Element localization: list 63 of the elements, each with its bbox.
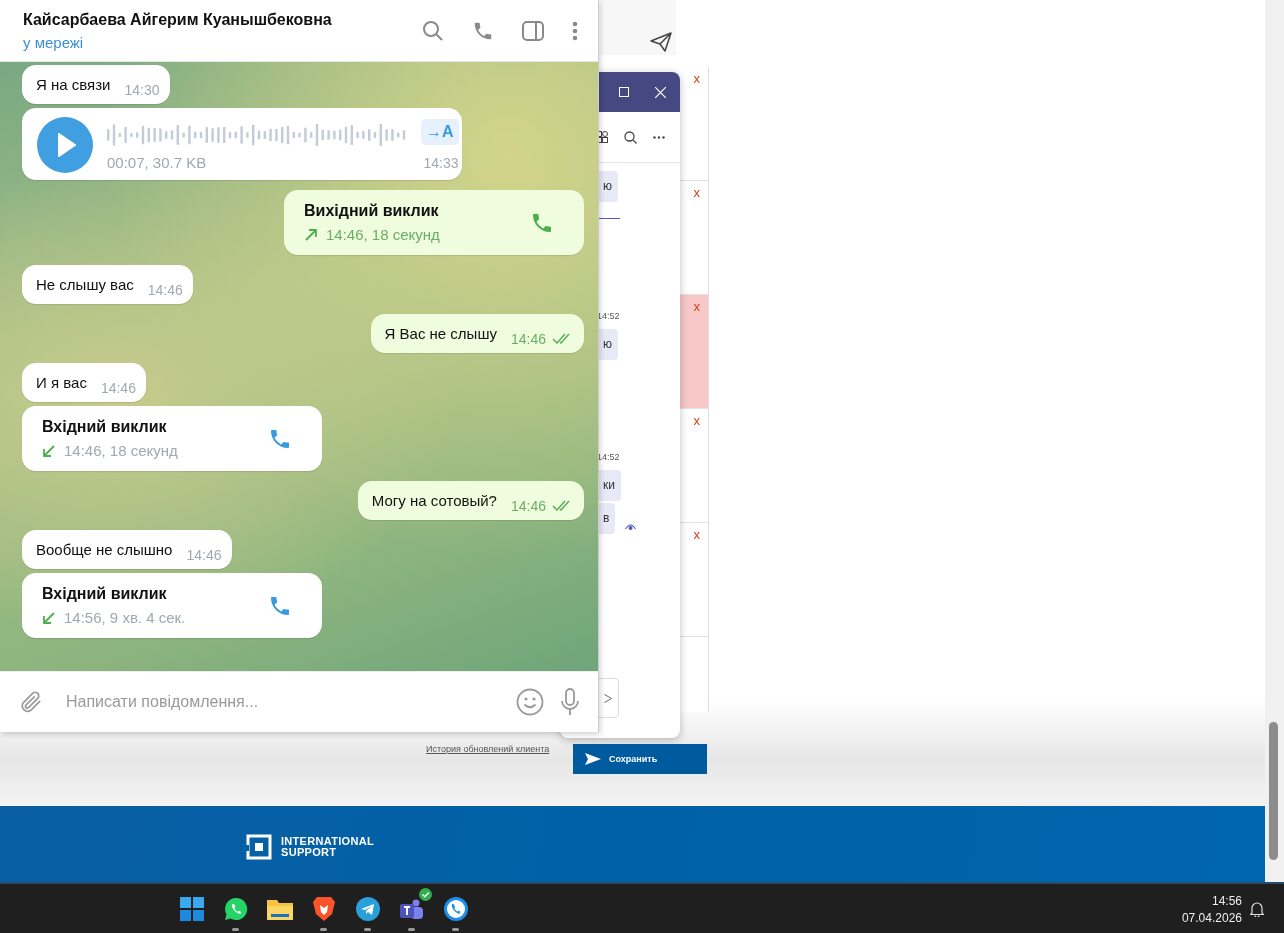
folder-icon[interactable] [267, 897, 293, 920]
message-text: И я вас [35, 373, 87, 393]
chat-bubble-icon[interactable] [223, 895, 249, 922]
message-time: 14:33 [423, 155, 459, 171]
attach-icon[interactable] [18, 689, 44, 715]
delete-mark[interactable]: x [693, 71, 700, 86]
message-time: 14:46 [185, 547, 223, 565]
windows-start-icon[interactable] [180, 896, 204, 921]
message-text: Я на связи [35, 75, 111, 95]
message-text: Могу на сотовый? [370, 491, 497, 511]
call-details: 14:56, 9 хв. 4 сек. [64, 609, 186, 626]
message-bubble: ю [597, 171, 618, 202]
paper-plane-icon[interactable] [356, 896, 380, 921]
call-title: Вихідний виклик [304, 202, 440, 220]
clock[interactable]: 14:56 07.04.2026 [1181, 894, 1242, 925]
contact-name: Кайсарбаева Айгерим Куанышбековна [23, 10, 333, 29]
phone-icon[interactable] [443, 895, 469, 922]
play-button[interactable] [37, 117, 93, 173]
transcribe-button[interactable]: →A [421, 119, 459, 145]
emoji-icon[interactable] [516, 688, 544, 716]
call-title: Вхідний виклик [42, 585, 168, 603]
logo-text: INTERNATIONAL [281, 836, 374, 847]
client-updates-link[interactable]: История обновлений клиента [426, 744, 550, 754]
voice-info: 00:07, 30.7 KB [107, 153, 208, 171]
send-icon[interactable] [649, 31, 673, 53]
clock-date: 07.04.2026 [1181, 911, 1242, 925]
clock-time: 14:56 [1211, 894, 1242, 908]
message-input[interactable]: Написати повідомлення... [60, 692, 500, 712]
message-text: Я Вас не слышу [383, 324, 497, 344]
call-details: 14:46, 18 секунд [64, 442, 178, 459]
scrollbar-thumb[interactable] [1269, 722, 1278, 860]
close-icon[interactable] [655, 86, 666, 98]
save-button[interactable]: Сохранить [573, 744, 707, 774]
message-time: 14:30 [123, 82, 161, 100]
microphone-icon[interactable] [560, 688, 580, 716]
call-details: 14:46, 18 секунд [326, 226, 440, 243]
message-text: Вообще не слышно [35, 540, 173, 560]
message-time: 14:46 [509, 498, 547, 516]
delete-mark[interactable]: x [693, 413, 700, 428]
message-text: Не слышу вас [35, 275, 134, 295]
message-time: 14:46 [509, 331, 547, 349]
message-time: 14:46 [99, 380, 137, 398]
message-time: 14:52 [597, 452, 621, 462]
list-row[interactable]: x [680, 295, 708, 409]
maximize-icon[interactable] [619, 87, 629, 97]
more-icon[interactable] [653, 135, 665, 139]
call-title: Вхідний виклик [42, 418, 168, 436]
delete-mark[interactable]: x [693, 299, 700, 314]
delete-mark[interactable]: x [693, 527, 700, 542]
notification-bell-icon[interactable] [1250, 901, 1264, 917]
delete-mark[interactable]: x [693, 185, 700, 200]
lion-icon[interactable] [313, 895, 335, 922]
contact-status: у мережі [23, 33, 85, 51]
message-bubble: ю [597, 329, 618, 360]
message-bubble: ки [597, 470, 621, 501]
send-icon [604, 693, 612, 703]
send-icon [585, 753, 601, 765]
message-time: 14:46 [146, 282, 184, 300]
logo-icon [245, 833, 273, 861]
logo-text: SUPPORT [281, 847, 338, 858]
message-time: 14:52 [597, 311, 621, 321]
search-icon[interactable] [624, 130, 637, 144]
sidebar-icon[interactable] [522, 20, 544, 41]
